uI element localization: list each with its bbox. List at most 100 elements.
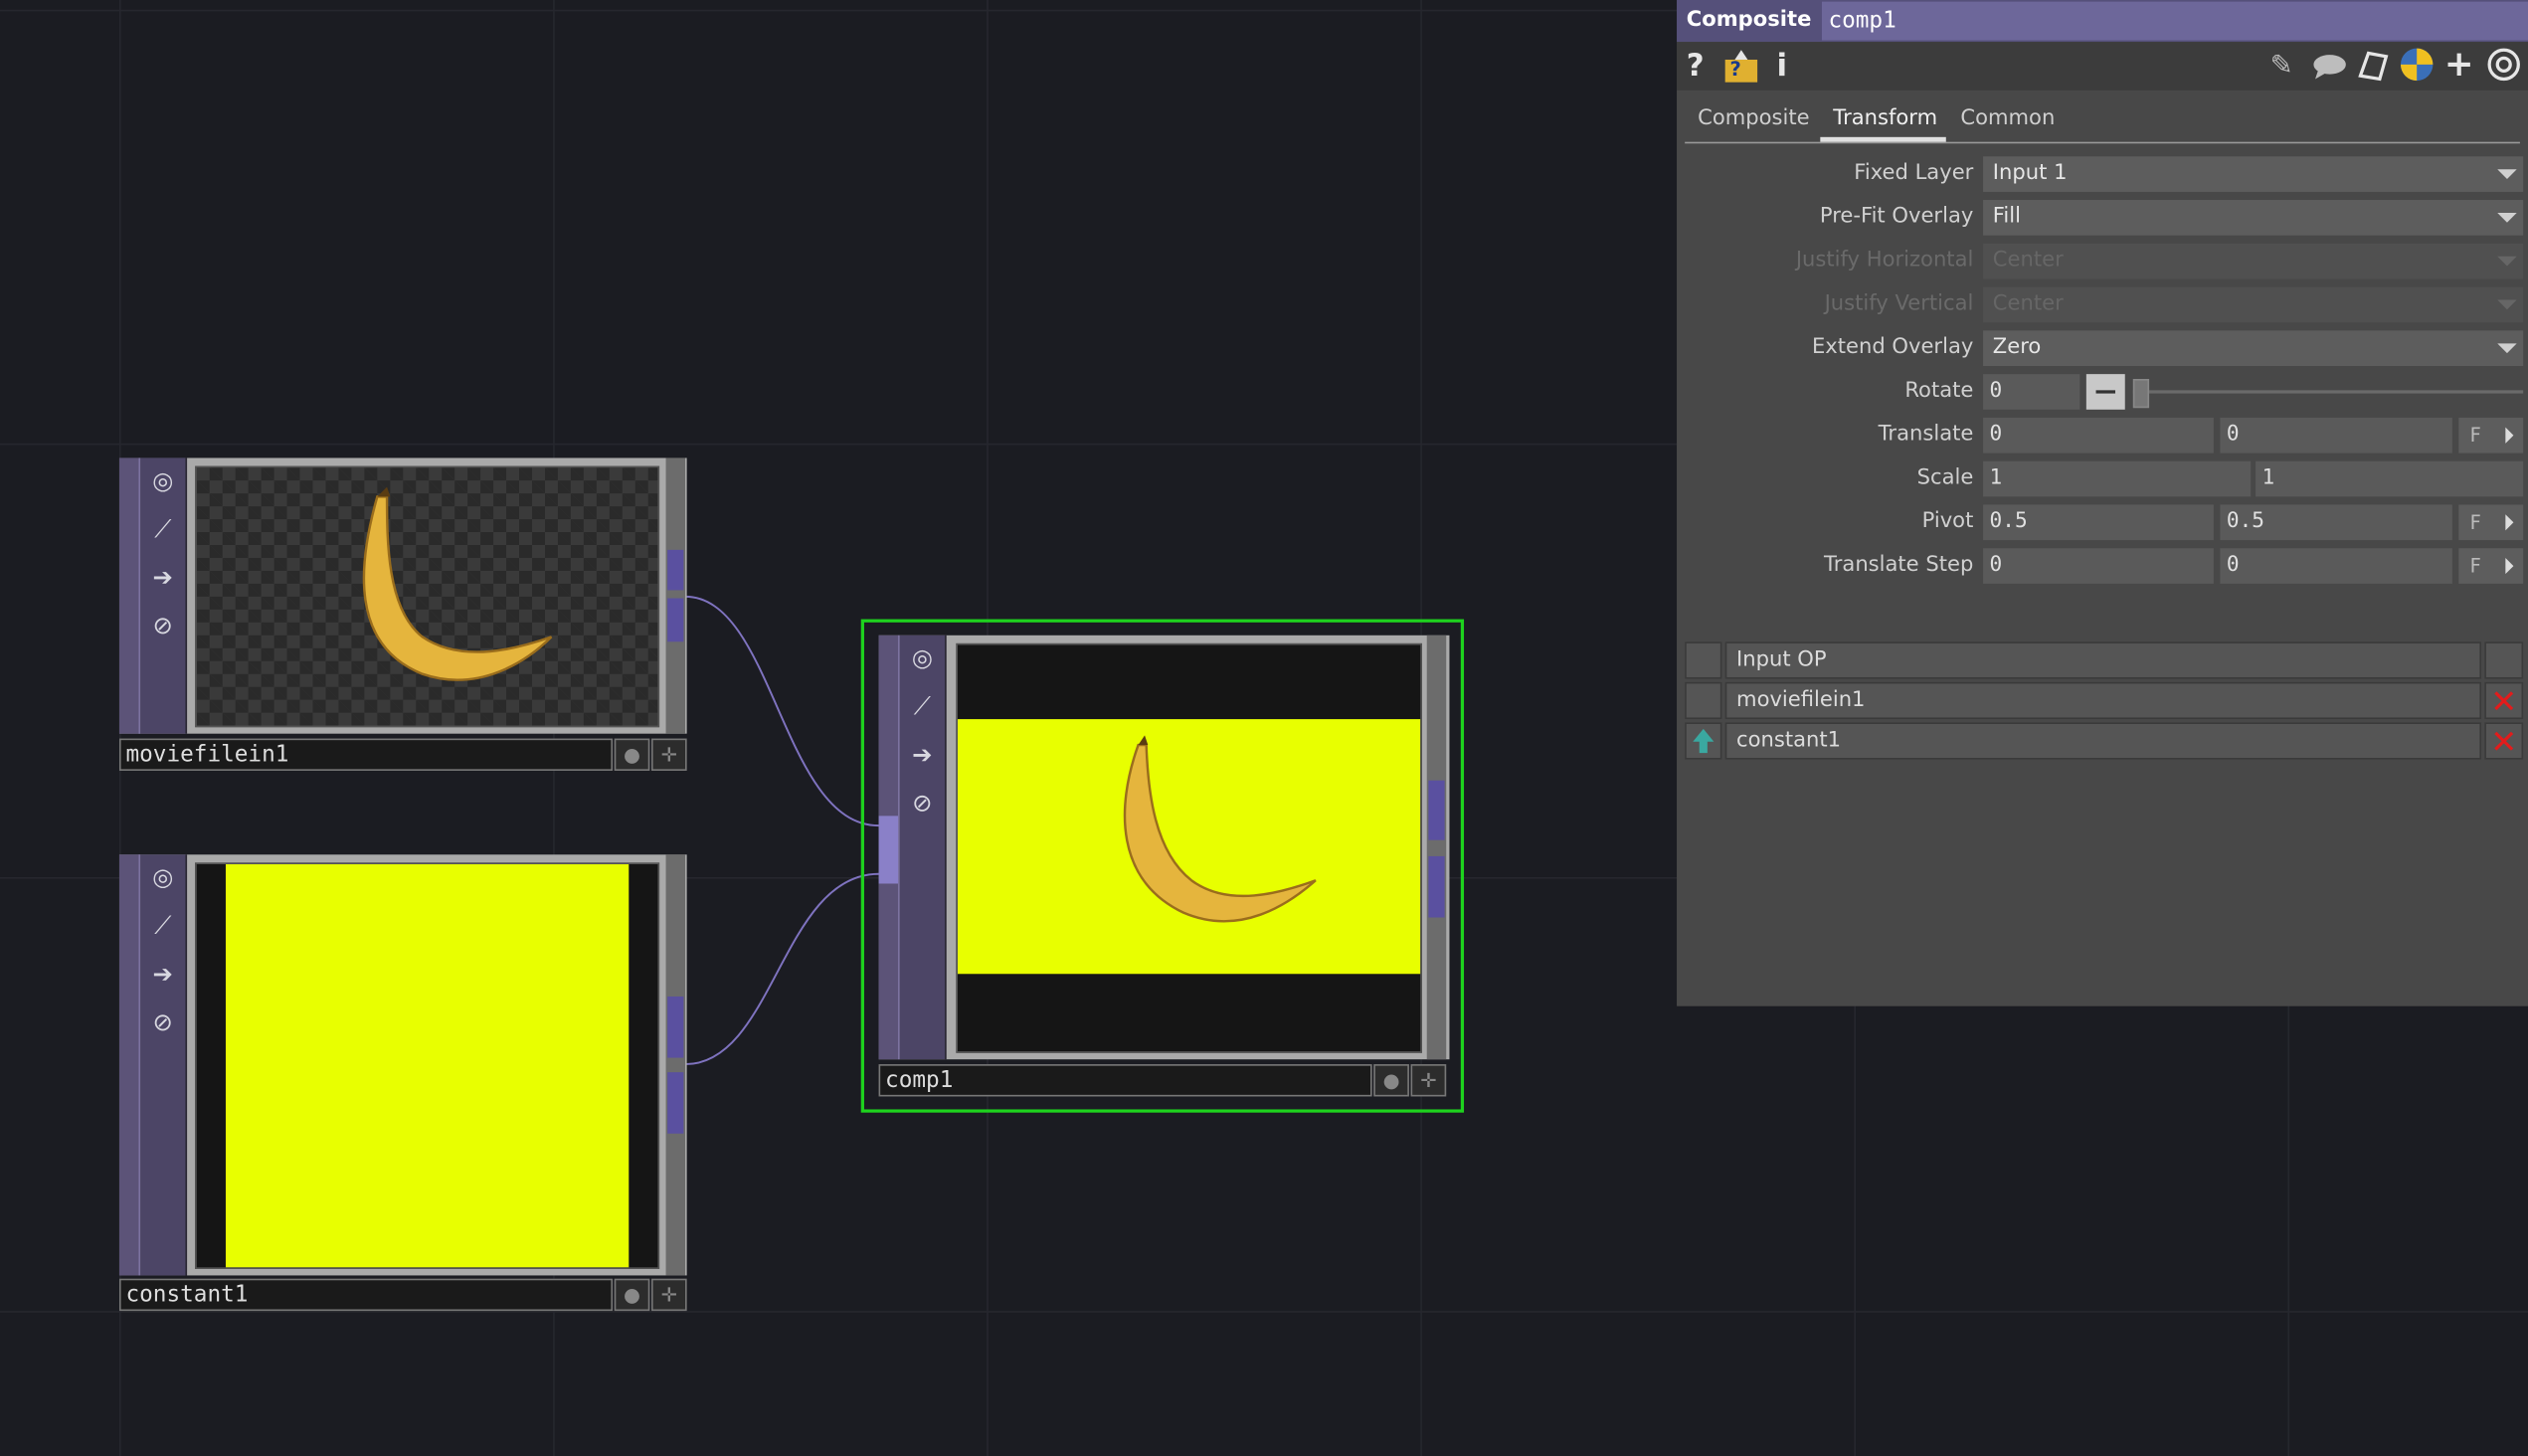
- output-connector[interactable]: [1428, 780, 1445, 840]
- param-label: Scale: [1916, 465, 1974, 490]
- move-up-icon[interactable]: [1685, 722, 1722, 760]
- viewer-flag-icon[interactable]: ◎: [147, 464, 179, 496]
- svg-text:?: ?: [1730, 58, 1741, 81]
- banana-image: [362, 486, 553, 681]
- pivot-y-field[interactable]: 0.5: [2220, 504, 2452, 541]
- node-add-button[interactable]: ✛: [650, 1278, 687, 1312]
- add-icon[interactable]: +: [2444, 46, 2474, 86]
- parameter-tabs: Composite Transform Common: [1685, 96, 2520, 144]
- node-constant1[interactable]: ◎ ⟋ ➔ ⊘ constant1 ● ✛: [118, 854, 687, 1314]
- node-viewer-comp1[interactable]: [956, 642, 1422, 1053]
- target-icon[interactable]: [2486, 47, 2522, 91]
- display-flag-icon[interactable]: ➔: [906, 739, 938, 771]
- help-icon[interactable]: ?: [1687, 47, 1705, 86]
- python-help-icon[interactable]: ?: [1721, 47, 1760, 95]
- node-name-label[interactable]: moviefilein1: [118, 738, 614, 771]
- dropdown-value: Fill: [1992, 204, 2021, 230]
- display-flag-icon[interactable]: ➔: [147, 958, 179, 990]
- translate-x-field[interactable]: 0: [1983, 417, 2214, 454]
- op-name-field[interactable]: comp1: [1821, 1, 2528, 41]
- scale-y-field[interactable]: 1: [2256, 460, 2524, 497]
- extend-overlay-dropdown[interactable]: Zero: [1983, 330, 2524, 367]
- scale-x-field[interactable]: 1: [1983, 460, 2252, 497]
- remove-icon[interactable]: ✕: [2484, 722, 2524, 760]
- lock-flag-icon[interactable]: ⊘: [147, 1006, 179, 1038]
- node-comp1[interactable]: ◎ ⟋ ➔ ⊘ comp1 ● ✛: [860, 619, 1465, 1113]
- node-body: ◎ ⟋ ➔ ⊘: [118, 854, 687, 1276]
- node-flags: ◎ ⟋ ➔ ⊘: [140, 457, 188, 734]
- node-name-label[interactable]: comp1: [878, 1064, 1372, 1097]
- node-moviefilein1[interactable]: ◎ ⟋ ➔ ⊘ moviefilein1 ● ✛: [118, 457, 687, 774]
- active-tab-indicator: [1820, 136, 1946, 142]
- node-dot-button[interactable]: ●: [614, 738, 650, 771]
- prefit-overlay-dropdown[interactable]: Fill: [1983, 200, 2524, 236]
- output-connector[interactable]: [1428, 855, 1445, 918]
- panel-toolbar: ? ? i ✎ +: [1677, 42, 2528, 91]
- output-connector[interactable]: [667, 549, 684, 591]
- output-connector[interactable]: [667, 598, 684, 642]
- chevron-down-icon: [2497, 256, 2517, 267]
- bypass-flag-icon[interactable]: ⟋: [147, 513, 179, 545]
- op-type-label: Composite: [1686, 8, 1812, 33]
- viewer-flag-icon[interactable]: ◎: [906, 641, 938, 673]
- param-fixed-layer: Fixed Layer Input 1: [1677, 156, 2528, 193]
- node-input-strip: [118, 854, 141, 1276]
- node-viewer-moviefilein1[interactable]: [195, 465, 660, 728]
- button-label: F: [2469, 510, 2481, 534]
- node-dot-button[interactable]: ●: [1373, 1064, 1409, 1097]
- fixed-layer-dropdown[interactable]: Input 1: [1983, 156, 2524, 192]
- parameter-panel: Composite comp1 ? ? i ✎ + Composite Tran…: [1677, 0, 2528, 1006]
- bypass-flag-icon[interactable]: ⟋: [147, 909, 179, 941]
- input-op-name[interactable]: constant1: [1724, 722, 2482, 760]
- node-output-strip: [665, 457, 686, 734]
- justify-horizontal-dropdown: Center: [1983, 243, 2524, 279]
- banana-image: [1123, 735, 1317, 923]
- info-icon[interactable]: i: [1777, 47, 1788, 86]
- network-editor[interactable]: ◎ ⟋ ➔ ⊘ moviefilein1 ● ✛ ◎ ⟋ ➔ ⊘ constan…: [0, 0, 2528, 1456]
- lock-flag-icon[interactable]: ⊘: [906, 787, 938, 819]
- input-connector[interactable]: [878, 816, 899, 884]
- output-connector[interactable]: [667, 1072, 684, 1134]
- pivot-x-field[interactable]: 0.5: [1983, 504, 2214, 541]
- rotate-slider-handle[interactable]: [2132, 379, 2150, 409]
- node-add-button[interactable]: ✛: [1410, 1064, 1447, 1097]
- translate-y-field[interactable]: 0: [2220, 417, 2452, 454]
- row-handle[interactable]: [1685, 681, 1722, 720]
- param-rotate: Rotate 0: [1677, 374, 2528, 411]
- dropdown-value: Zero: [1992, 335, 2042, 360]
- translate-step-x-field[interactable]: 0: [1983, 548, 2214, 584]
- tab-transform[interactable]: Transform: [1833, 106, 1937, 130]
- comment-icon[interactable]: [2312, 47, 2348, 91]
- output-connector[interactable]: [667, 996, 684, 1058]
- node-output-strip: [1426, 635, 1447, 1060]
- node-name-label[interactable]: constant1: [118, 1278, 614, 1312]
- justify-vertical-dropdown: Center: [1983, 286, 2524, 323]
- edit-icon[interactable]: ✎: [2270, 47, 2293, 86]
- node-dot-button[interactable]: ●: [614, 1278, 650, 1312]
- rotate-slider-reset[interactable]: [2085, 374, 2125, 410]
- python-icon[interactable]: [2399, 47, 2435, 91]
- param-label: Fixed Layer: [1854, 161, 1974, 186]
- clone-icon[interactable]: [2356, 47, 2392, 91]
- tab-common[interactable]: Common: [1960, 106, 2055, 130]
- rotate-field[interactable]: 0: [1983, 374, 2080, 410]
- pivot-menu-button[interactable]: F: [2458, 504, 2524, 541]
- lock-flag-icon[interactable]: ⊘: [147, 610, 179, 641]
- button-label: F: [2469, 554, 2481, 578]
- node-viewer-constant1[interactable]: [195, 862, 660, 1269]
- viewer-flag-icon[interactable]: ◎: [147, 861, 179, 893]
- node-flags: ◎ ⟋ ➔ ⊘: [140, 854, 188, 1276]
- input-op-name[interactable]: moviefilein1: [1724, 681, 2482, 720]
- rotate-slider-track[interactable]: [2132, 390, 2524, 394]
- chevron-down-icon: [2497, 169, 2517, 179]
- translate-step-y-field[interactable]: 0: [2220, 548, 2452, 584]
- translate-menu-button[interactable]: F: [2458, 417, 2524, 454]
- param-label: Justify Horizontal: [1795, 248, 1974, 273]
- node-add-button[interactable]: ✛: [650, 738, 687, 771]
- translate-step-menu-button[interactable]: F: [2458, 548, 2524, 584]
- tab-composite[interactable]: Composite: [1698, 106, 1809, 130]
- remove-icon[interactable]: ✕: [2484, 681, 2524, 720]
- bypass-flag-icon[interactable]: ⟋: [906, 690, 938, 722]
- display-flag-icon[interactable]: ➔: [147, 561, 179, 593]
- dropdown-value: Center: [1992, 248, 2064, 273]
